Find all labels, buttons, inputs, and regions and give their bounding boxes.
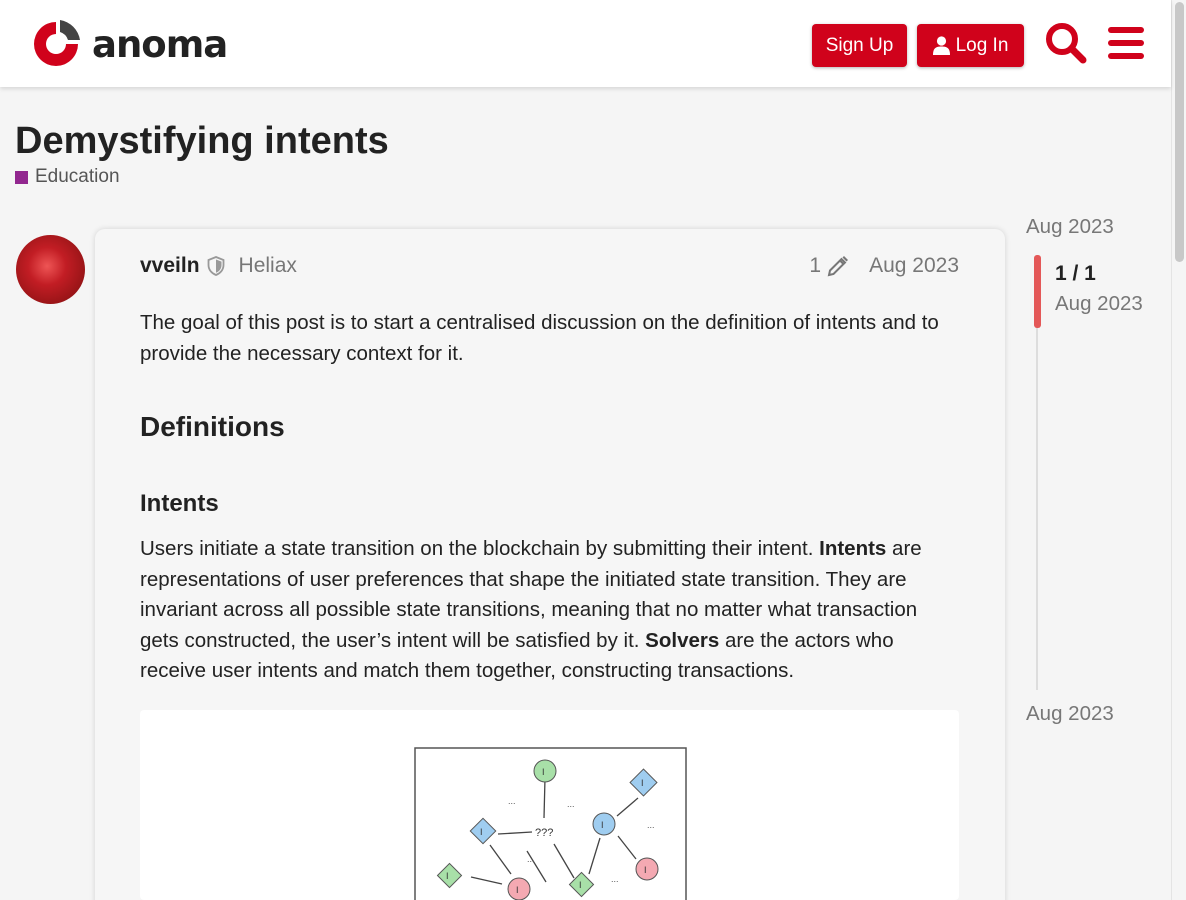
site-logo[interactable]: anoma: [30, 18, 228, 70]
site-header: anoma Sign Up Log In: [0, 0, 1171, 87]
timeline-handle-date: Aug 2023: [1055, 292, 1143, 315]
avatar[interactable]: [16, 235, 85, 304]
intents-term: Intents: [819, 537, 887, 560]
sketch-node-label: I: [542, 767, 545, 777]
intents-paragraph: Users initiate a state transition on the…: [140, 534, 959, 687]
category-color-swatch: [15, 170, 28, 184]
post-meta-right: 1 Aug 2023: [809, 254, 959, 278]
pencil-icon: [827, 256, 849, 277]
sketch-ellipsis: ...: [611, 874, 619, 884]
sketch-node-label: I: [446, 871, 449, 881]
post-username[interactable]: vveiln: [140, 254, 200, 278]
sketch-node: [592, 812, 616, 836]
intents-text-1: Users initiate a state transition on the…: [140, 537, 820, 560]
post-image-lightbox[interactable]: I I I I I I I I ??? ... ... ... ... ...: [140, 710, 959, 900]
category-label: Education: [35, 166, 120, 187]
user-title: Heliax: [238, 254, 297, 277]
log-in-label: Log In: [955, 34, 1009, 56]
sketch-node: [507, 877, 531, 900]
sketch-node: [436, 862, 463, 889]
sketch-node-label: I: [480, 827, 483, 837]
anoma-logo-icon: [34, 20, 80, 66]
sketch-node-label: I: [516, 885, 519, 895]
heading-intents: Intents: [140, 490, 219, 517]
sketch-ellipsis: ...: [647, 820, 655, 830]
edit-history-button[interactable]: 1: [809, 254, 849, 278]
page-scrollbar[interactable]: [1171, 0, 1186, 900]
log-in-button[interactable]: Log In: [917, 24, 1024, 67]
logo-text: anoma: [92, 22, 228, 66]
hamburger-menu-icon[interactable]: [1108, 25, 1144, 61]
timeline-start-date[interactable]: Aug 2023: [1026, 215, 1114, 239]
category-badge[interactable]: Education: [15, 166, 120, 188]
solvers-term: Solvers: [645, 628, 720, 652]
sign-up-button[interactable]: Sign Up: [812, 24, 907, 67]
sketch-node: [635, 857, 659, 881]
sketch-ellipsis: ...: [527, 854, 535, 864]
topic-title[interactable]: Demystifying intents: [15, 120, 389, 163]
sketch-node: [533, 759, 557, 783]
sketch-unknown-label: ???: [535, 827, 553, 839]
search-icon[interactable]: [1044, 21, 1088, 65]
post-date[interactable]: Aug 2023: [869, 254, 959, 278]
sketch-node-label: I: [641, 778, 644, 788]
heading-definitions: Definitions: [140, 411, 285, 442]
sketch-node-label: I: [601, 820, 604, 830]
scrollbar-thumb[interactable]: [1175, 2, 1184, 262]
timeline-end-date[interactable]: Aug 2023: [1026, 702, 1114, 726]
sketch-ellipsis: ...: [567, 799, 575, 809]
intent-graph-sketch: I I I I I I I I ??? ... ... ... ... ...: [414, 747, 687, 900]
post-intro-paragraph: The goal of this post is to start a cent…: [140, 311, 939, 365]
timeline-handle[interactable]: [1034, 255, 1041, 328]
shield-icon: [207, 256, 224, 276]
user-icon: [932, 36, 950, 55]
sketch-node-label: I: [644, 865, 647, 875]
edit-count: 1: [809, 254, 822, 277]
timeline-post-count: 1 / 1: [1055, 262, 1096, 285]
post-meta: vveiln Heliax 1 Aug 2023: [140, 250, 959, 282]
sign-up-label: Sign Up: [825, 34, 894, 56]
sketch-ellipsis: ...: [508, 796, 516, 806]
sketch-node: [469, 817, 497, 845]
sketch-node-label: I: [579, 880, 582, 890]
